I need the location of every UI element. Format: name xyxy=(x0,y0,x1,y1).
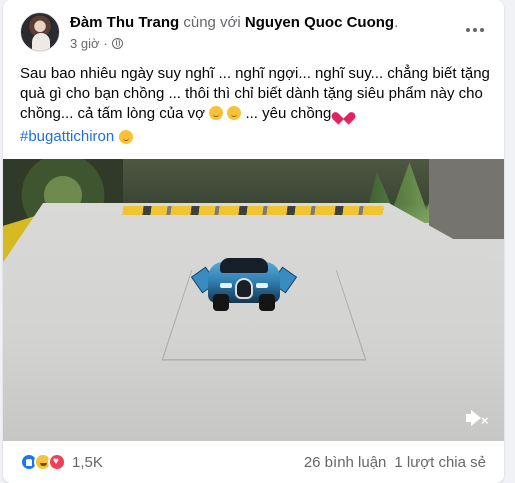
mute-icon[interactable]: × xyxy=(466,408,489,428)
globe-icon[interactable] xyxy=(111,38,123,49)
more-dot-3-icon xyxy=(480,28,484,32)
separator-dot: · xyxy=(103,36,108,51)
smiling-face-icon xyxy=(119,129,134,144)
post-stats: 26 bình luận 1 lượt chia sẻ xyxy=(304,454,486,471)
caption-line-4-text: ... yêu chồng xyxy=(245,105,332,122)
hashtag-link[interactable]: #bugattichiron xyxy=(20,128,114,145)
post-header: Đàm Thu Trang cùng với Nguyen Quoc Cuong… xyxy=(3,0,504,60)
headlight-left xyxy=(220,283,232,288)
headlight-right xyxy=(256,283,268,288)
car-windshield xyxy=(220,258,268,273)
mute-cross-icon: × xyxy=(481,413,489,428)
caption-line-3: chồng... cả tấm lòng của vợ ... yêu chồn… xyxy=(20,104,490,124)
shares-count-link[interactable]: 1 lượt chia sẻ xyxy=(394,454,486,471)
tagged-user-link[interactable]: Nguyen Quoc Cuong xyxy=(245,14,394,31)
author-line: Đàm Thu Trang cùng với Nguyen Quoc Cuong… xyxy=(70,14,398,31)
wheel-right xyxy=(259,294,275,311)
smiling-face-icon xyxy=(227,106,242,120)
comments-count-link[interactable]: 26 bình luận xyxy=(304,454,387,471)
post-caption: Sau bao nhiêu ngày suy nghĩ ... nghĩ ngợ… xyxy=(20,64,490,124)
wheel-left xyxy=(213,294,229,311)
author-line-period: . xyxy=(394,14,399,31)
car-grille xyxy=(235,278,253,299)
lego-car xyxy=(190,256,298,313)
red-heart-icon xyxy=(336,107,351,120)
more-options-button[interactable] xyxy=(463,18,487,42)
caption-line-1: Sau bao nhiêu ngày suy nghĩ ... nghĩ ngợ… xyxy=(20,65,490,82)
caption-line-3-text: chồng... cả tấm lòng của vợ xyxy=(20,105,205,122)
post-time-link[interactable]: 3 giờ xyxy=(70,36,100,51)
with-text: cùng với xyxy=(183,14,241,31)
engagement-bar: 1,5K 26 bình luận 1 lượt chia sẻ xyxy=(3,441,504,483)
caption-line-2: quà gì cho bạn chồng ... thôi thì chỉ bi… xyxy=(20,85,483,102)
yellow-black-strip xyxy=(122,206,384,215)
hashtag-line: #bugattichiron xyxy=(20,128,134,145)
post-video[interactable]: × xyxy=(3,159,504,441)
wall-backdrop xyxy=(429,159,504,239)
author-avatar[interactable] xyxy=(20,12,60,52)
reaction-summary[interactable]: 1,5K xyxy=(20,453,103,471)
avatar-figure xyxy=(32,33,50,51)
love-icon xyxy=(48,453,66,471)
more-dot-1-icon xyxy=(466,28,470,32)
more-dot-2-icon xyxy=(473,28,477,32)
reaction-count: 1,5K xyxy=(72,453,103,471)
facebook-post: Đàm Thu Trang cùng với Nguyen Quoc Cuong… xyxy=(3,0,504,483)
smiling-face-icon xyxy=(209,106,224,120)
post-meta: 3 giờ · xyxy=(70,36,123,51)
author-name-link[interactable]: Đàm Thu Trang xyxy=(70,14,179,31)
